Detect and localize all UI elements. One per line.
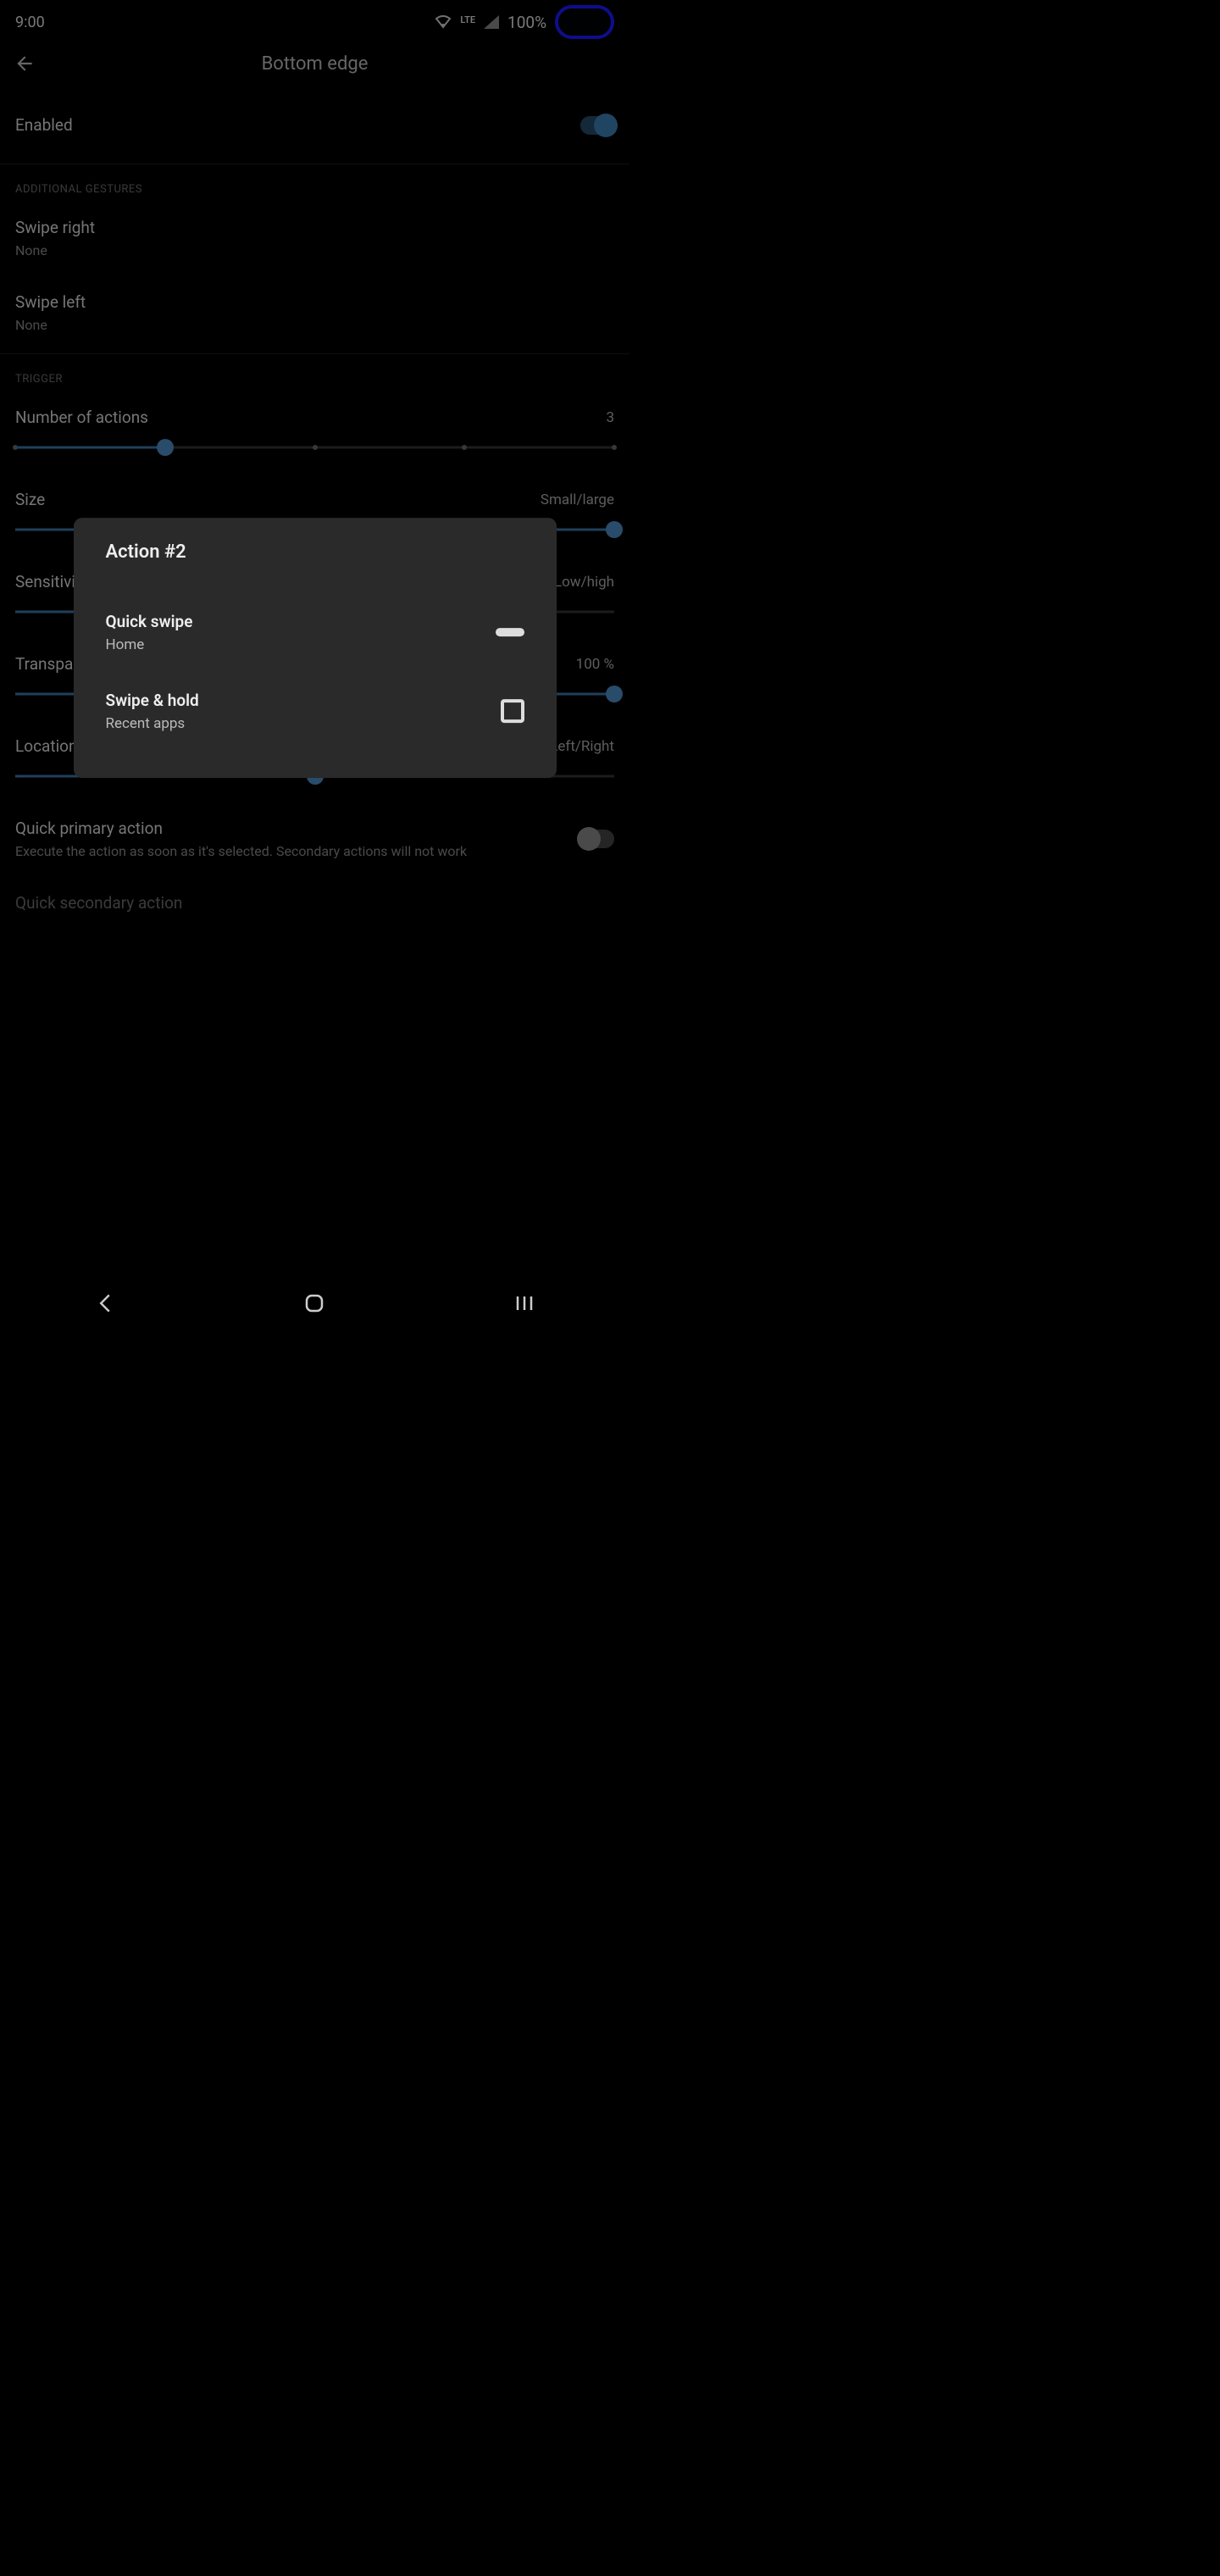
quick-swipe-sub: Home bbox=[106, 636, 193, 653]
dialog-item-quick-swipe[interactable]: Quick swipe Home bbox=[106, 593, 524, 672]
swipe-hold-sub: Recent apps bbox=[106, 715, 199, 732]
chevron-left-icon bbox=[97, 1293, 113, 1313]
nav-home-button[interactable] bbox=[297, 1286, 331, 1320]
recent-apps-icon bbox=[501, 699, 524, 723]
recents-icon bbox=[515, 1295, 534, 1312]
dialog-item-swipe-hold[interactable]: Swipe & hold Recent apps bbox=[106, 672, 524, 751]
nav-back-button[interactable] bbox=[88, 1286, 122, 1320]
action-dialog: Action #2 Quick swipe Home Swipe & hold … bbox=[74, 518, 557, 778]
dialog-title: Action #2 bbox=[106, 541, 524, 563]
quick-swipe-title: Quick swipe bbox=[106, 612, 193, 631]
swipe-hold-title: Swipe & hold bbox=[106, 691, 199, 710]
system-nav-bar bbox=[0, 1280, 629, 1326]
home-indicator-icon bbox=[496, 628, 524, 636]
home-square-icon bbox=[304, 1293, 324, 1313]
nav-recents-button[interactable] bbox=[507, 1286, 541, 1320]
